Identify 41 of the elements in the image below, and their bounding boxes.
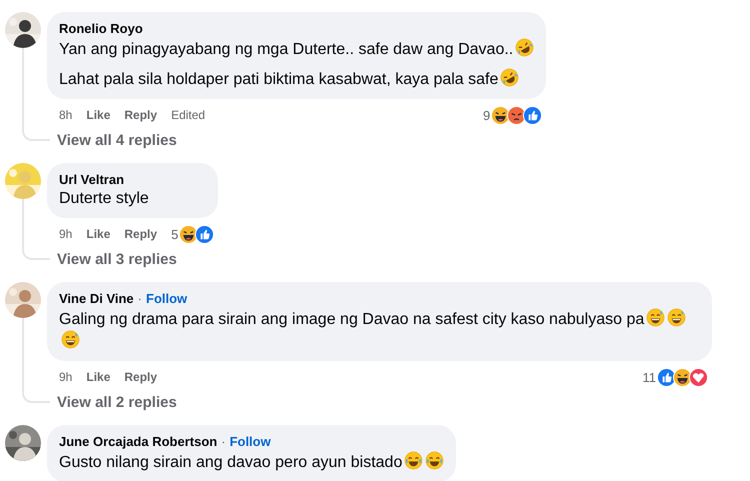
view-replies-link[interactable]: View all 3 replies	[57, 250, 177, 268]
like-link[interactable]: Like	[86, 108, 110, 122]
comment-text: Duterte style	[59, 190, 149, 207]
sweat-smile-emoji-icon	[646, 308, 666, 327]
comment-text: Galing ng drama para sirain ang image ng Davao na safest city kaso nabulyaso pa	[59, 311, 644, 328]
reaction-count: 5	[171, 226, 178, 242]
laughing-reaction-icon	[673, 368, 692, 386]
timestamp: 9h	[59, 227, 72, 241]
author-name[interactable]: June Orcajada Robertson	[59, 433, 218, 450]
rofl-emoji-icon	[515, 38, 534, 57]
reply-link[interactable]: Reply	[124, 370, 158, 384]
like-reaction-icon	[523, 106, 542, 124]
author-name[interactable]: Url Veltran	[59, 171, 124, 188]
like-link[interactable]: Like	[86, 227, 110, 241]
heart-reaction-icon	[689, 368, 708, 386]
sweat-smile-emoji-icon	[667, 308, 686, 327]
edited-label: Edited	[171, 108, 206, 122]
reaction-count: 9	[483, 108, 490, 122]
like-reaction-icon	[657, 368, 676, 386]
author-name[interactable]: Vine Di Vine	[59, 290, 134, 307]
like-reaction-icon	[195, 224, 214, 244]
separator-dot: ·	[221, 433, 226, 450]
view-replies-link[interactable]: View all 4 replies	[57, 132, 177, 148]
follow-link[interactable]: Follow	[146, 290, 188, 307]
rofl-emoji-icon	[500, 68, 520, 87]
comment-text: Yan ang pinagyayabang ng mga Duterte.. safe daw ang Davao..	[59, 41, 514, 58]
laughing-emoji-icon	[425, 451, 444, 470]
view-replies-link[interactable]: View all 2 replies	[57, 394, 177, 410]
follow-link[interactable]: Follow	[230, 433, 271, 450]
author-name[interactable]: Ronelio Royo	[59, 20, 143, 37]
timestamp: 9h	[59, 370, 72, 384]
comment-text: Gusto nilang sirain ang davao pero ayun bistado	[59, 454, 402, 471]
reply-link[interactable]: Reply	[124, 108, 158, 122]
comment-text: Lahat pala sila holdaper pati biktima kasabwat, kaya pala safe	[59, 71, 498, 88]
reply-link[interactable]: Reply	[124, 227, 158, 241]
sweat-smile-emoji-icon	[61, 330, 80, 349]
separator-dot: ·	[138, 290, 142, 307]
like-link[interactable]: Like	[86, 370, 110, 384]
laughing-emoji-icon	[404, 451, 424, 470]
reaction-count: 11	[642, 370, 656, 384]
timestamp: 8h	[59, 108, 72, 122]
